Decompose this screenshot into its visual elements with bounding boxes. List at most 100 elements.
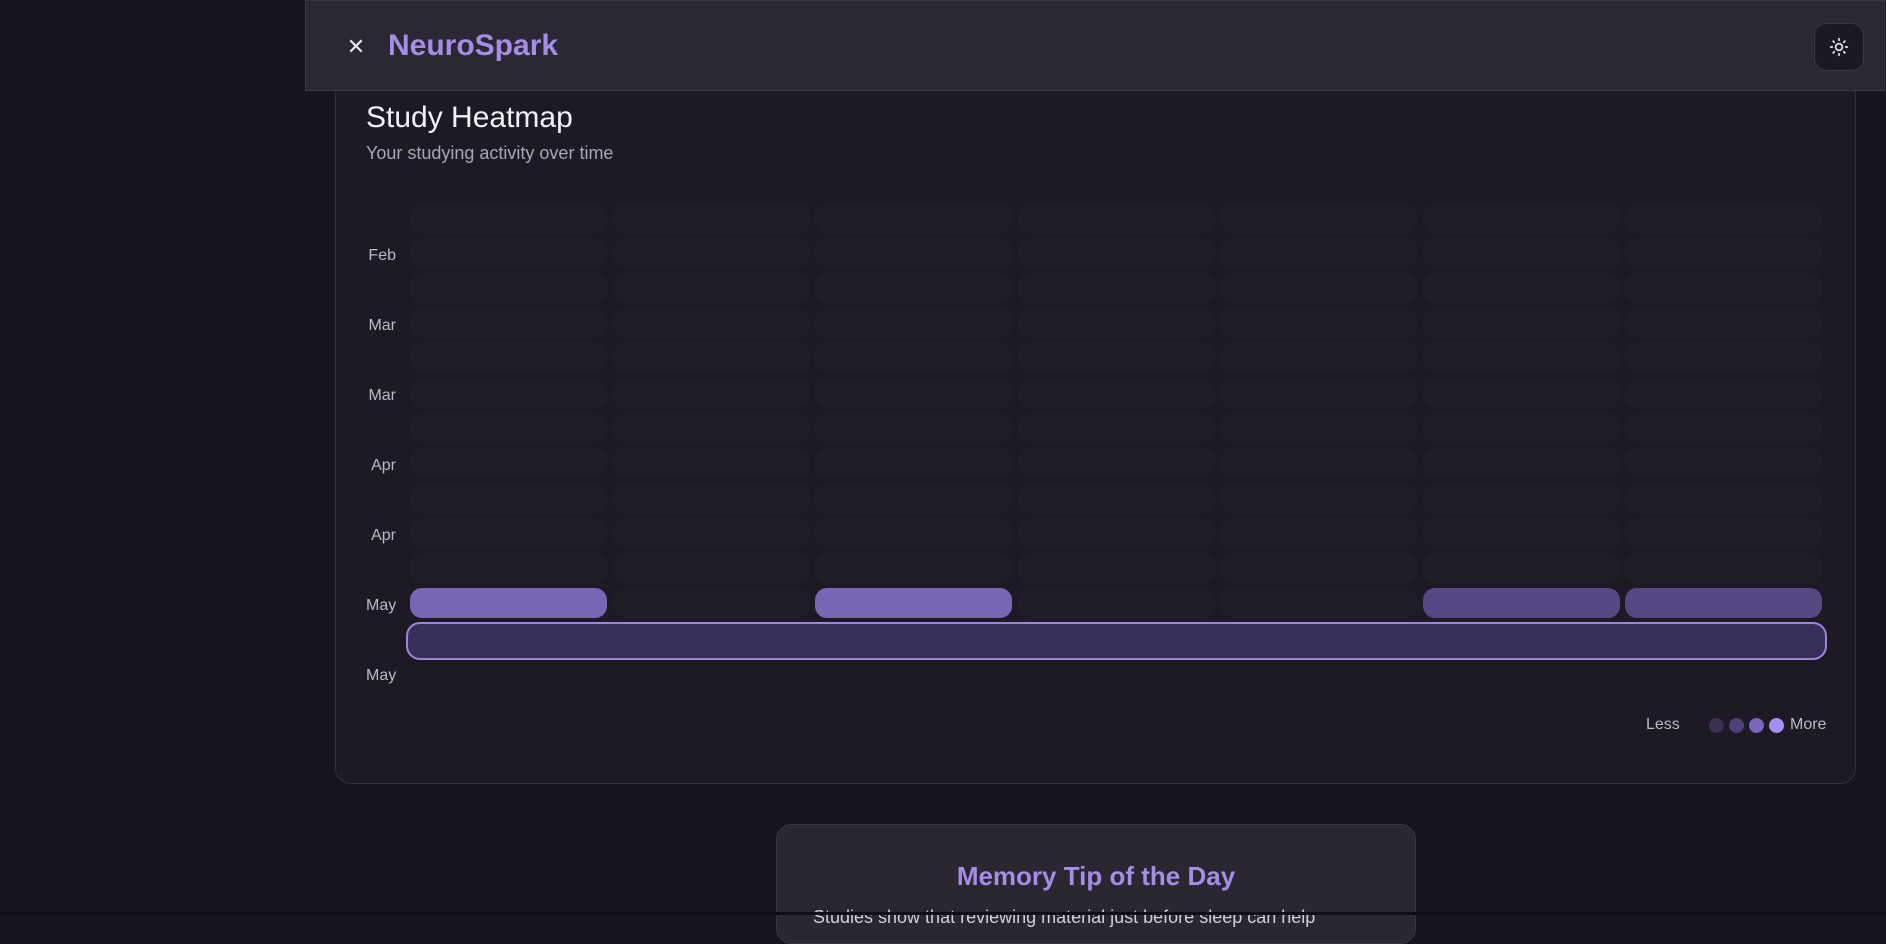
heatmap-cell[interactable] [1625,518,1822,548]
heatmap-cell[interactable] [1625,448,1822,478]
heatmap-cell[interactable] [1625,308,1822,338]
heatmap-cell[interactable] [410,483,607,513]
heatmap-cell[interactable] [1220,378,1417,408]
heatmap-cell[interactable] [1423,413,1620,443]
heatmap-cell[interactable] [815,308,1012,338]
heatmap-cell[interactable] [410,553,607,583]
heatmap-cell[interactable] [1018,203,1215,233]
heatmap-cell[interactable] [613,273,810,303]
heatmap-cell[interactable] [613,308,810,338]
heatmap-cell[interactable] [1625,203,1822,233]
heatmap-cell[interactable] [1423,238,1620,268]
heatmap-cell[interactable] [1018,413,1215,443]
heatmap-cell[interactable] [613,413,810,443]
heatmap-cell[interactable] [1018,588,1215,618]
heatmap-cell[interactable] [1018,518,1215,548]
heatmap-cell[interactable] [1423,483,1620,513]
heatmap-cell[interactable] [815,343,1012,373]
heatmap-cell[interactable] [613,203,810,233]
heatmap-cell[interactable] [613,448,810,478]
heatmap-cell[interactable] [815,518,1012,548]
month-label: Mar [368,387,396,404]
heatmap-cell[interactable] [1423,378,1620,408]
heatmap-cell[interactable] [1625,553,1822,583]
heatmap-cell[interactable] [1625,238,1822,268]
heatmap-cell[interactable] [1220,483,1417,513]
heatmap-cell[interactable] [815,448,1012,478]
heatmap-cell[interactable] [1423,518,1620,548]
heatmap-cell[interactable] [1220,553,1417,583]
heatmap-cell[interactable] [1018,238,1215,268]
heatmap-cell[interactable] [410,588,607,618]
heatmap-cell[interactable] [815,483,1012,513]
heatmap-cell[interactable] [410,378,607,408]
heatmap-cell[interactable] [1625,378,1822,408]
heatmap-cell[interactable] [1018,483,1215,513]
study-heatmap-card: Study Heatmap Your studying activity ove… [335,70,1856,784]
heatmap-cell[interactable] [613,238,810,268]
tip-title: Memory Tip of the Day [956,861,1236,891]
heatmap-cell[interactable] [613,483,810,513]
month-label: May [366,597,397,614]
current-week-row[interactable] [406,622,1827,660]
heatmap-cell[interactable] [815,203,1012,233]
heatmap-cell[interactable] [410,238,607,268]
heatmap-cell[interactable] [410,203,607,233]
heatmap-cell[interactable] [613,553,810,583]
heatmap-cell[interactable] [815,413,1012,443]
heatmap-cell[interactable] [410,308,607,338]
heatmap-cell[interactable] [1018,343,1215,373]
close-icon: ✕ [346,34,366,59]
heatmap-cell[interactable] [1018,308,1215,338]
heatmap-cell[interactable] [410,518,607,548]
heatmap-cell[interactable] [1220,448,1417,478]
heatmap-cell[interactable] [815,238,1012,268]
heatmap-title: Study Heatmap [366,101,573,134]
heatmap-cell[interactable] [1220,343,1417,373]
sun-icon [1829,37,1849,57]
heatmap-cell[interactable] [1220,518,1417,548]
heatmap-cell[interactable] [815,273,1012,303]
heatmap-cell[interactable] [613,588,810,618]
heatmap-cell[interactable] [1018,448,1215,478]
heatmap-cell[interactable] [1423,448,1620,478]
close-button[interactable]: ✕ [342,33,370,61]
heatmap-cell[interactable] [410,343,607,373]
heatmap-cell[interactable] [1423,553,1620,583]
legend-more-label: More [1790,716,1827,733]
heatmap-cell[interactable] [1625,273,1822,303]
heatmap-cell[interactable] [613,518,810,548]
heatmap-cell[interactable] [613,378,810,408]
heatmap-cell[interactable] [1018,378,1215,408]
heatmap-cell[interactable] [1625,413,1822,443]
heatmap-cell[interactable] [410,413,607,443]
heatmap-cell[interactable] [1423,203,1620,233]
heatmap-cell[interactable] [1625,588,1822,618]
heatmap-cell[interactable] [410,448,607,478]
heatmap-cell[interactable] [1220,413,1417,443]
heatmap-cell[interactable] [410,273,607,303]
heatmap-cell[interactable] [1018,553,1215,583]
heatmap-cell[interactable] [1625,343,1822,373]
heatmap-cell[interactable] [1423,343,1620,373]
heatmap-cell[interactable] [1220,203,1417,233]
heatmap-cell[interactable] [815,588,1012,618]
heatmap-cell[interactable] [1220,588,1417,618]
heatmap-cell[interactable] [1018,273,1215,303]
app-brand: NeuroSpark [388,29,559,62]
heatmap-cell[interactable] [1220,308,1417,338]
heatmap-cell[interactable] [613,343,810,373]
heatmap-cell[interactable] [1423,308,1620,338]
heatmap-cell[interactable] [815,553,1012,583]
legend-swatch [1769,718,1784,733]
theme-toggle-button[interactable] [1814,23,1864,71]
heatmap-cell[interactable] [1625,483,1822,513]
heatmap-cell[interactable] [1220,273,1417,303]
heatmap-cell[interactable] [1423,273,1620,303]
heatmap-cell[interactable] [815,378,1012,408]
heatmap-cell[interactable] [1423,588,1620,618]
legend-swatch [1749,718,1764,733]
heatmap-cell[interactable] [1220,238,1417,268]
legend-swatch [1729,718,1744,733]
heatmap-subtitle: Your studying activity over time [366,143,614,163]
